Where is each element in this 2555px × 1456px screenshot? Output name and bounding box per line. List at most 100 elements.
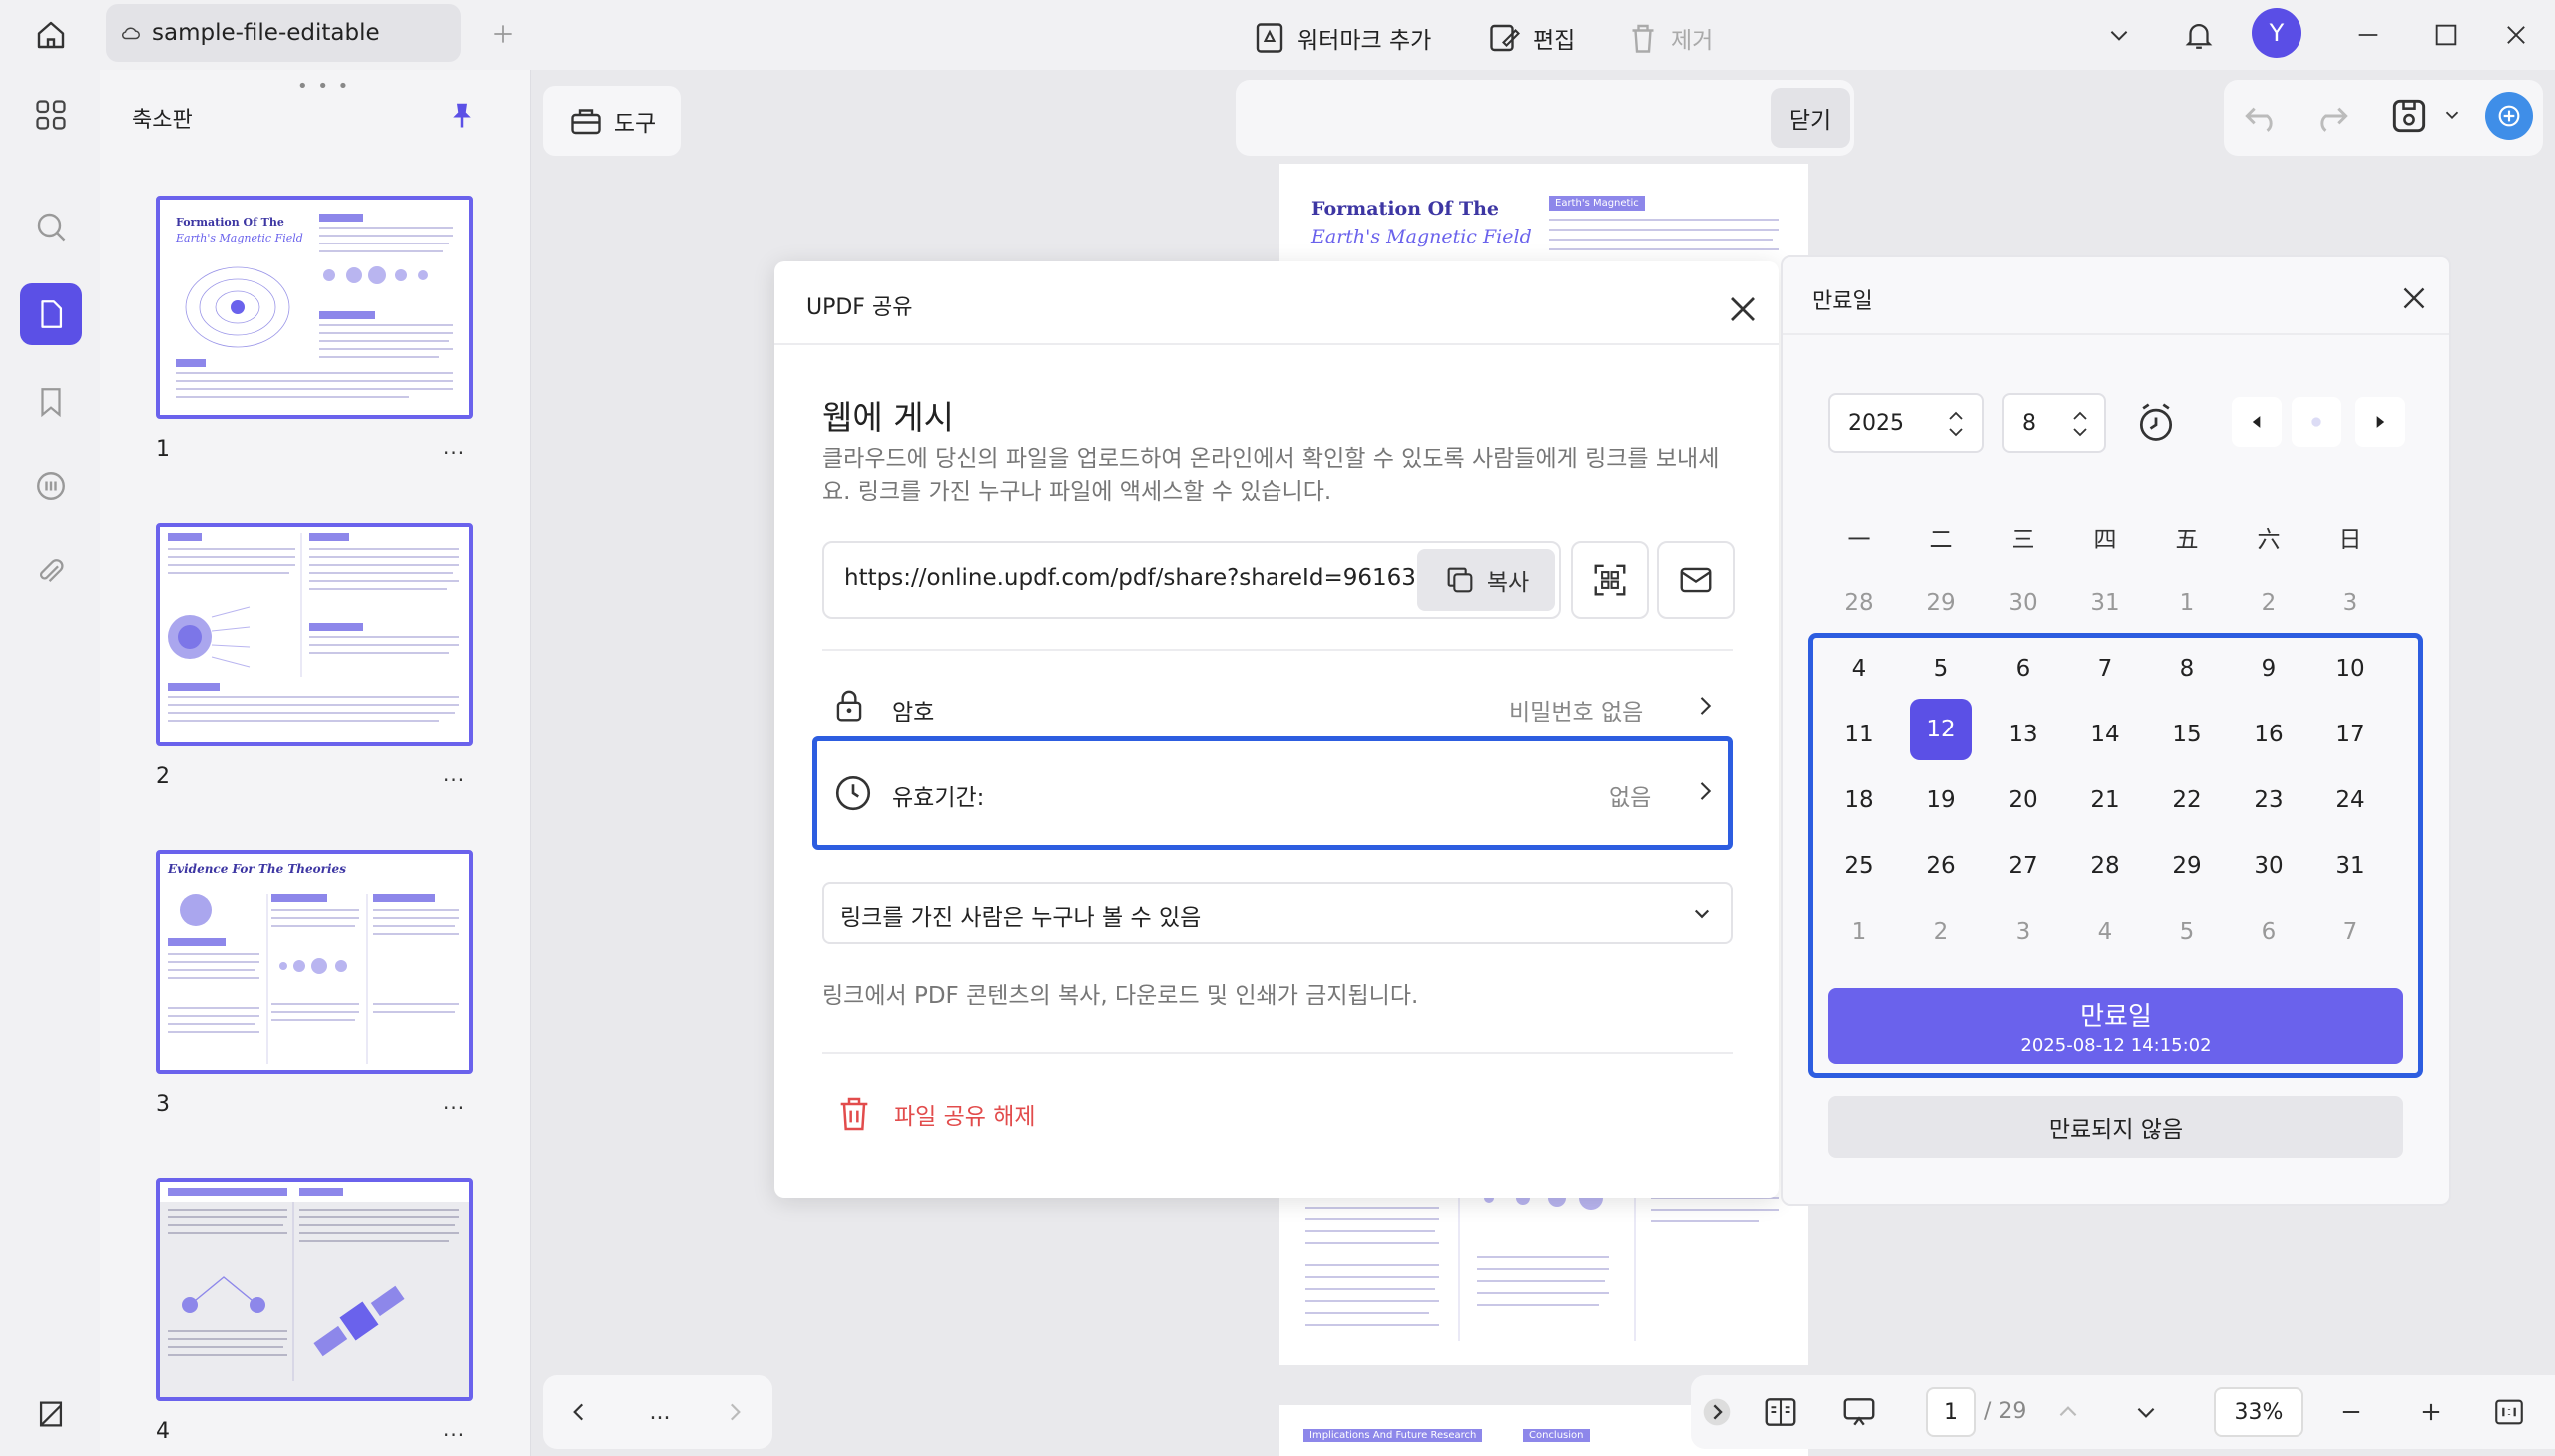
rail-thumbnails-button[interactable] — [20, 283, 82, 345]
window-close-button[interactable] — [2491, 10, 2541, 60]
unshare-file-button[interactable]: 파일 공유 해제 — [834, 1092, 1036, 1136]
weekday-header: 日 — [2338, 527, 2362, 553]
rail-theme-button[interactable] — [20, 1383, 82, 1445]
weekday-header: 四 — [2093, 527, 2117, 553]
share-link-text: https://online.updf.com/pdf/share?shareI… — [844, 565, 1453, 591]
time-picker-button[interactable] — [2134, 401, 2178, 445]
close-icon — [1731, 297, 1755, 321]
panel-resize-grip[interactable]: • • • — [297, 76, 350, 97]
avatar[interactable]: Y — [2252, 8, 2301, 58]
rail-attachments-button[interactable] — [20, 541, 82, 603]
save-button[interactable] — [2387, 94, 2431, 138]
trash-icon — [1632, 24, 1654, 53]
presentation-button[interactable] — [1836, 1387, 1882, 1437]
zoom-level[interactable]: 33% — [2214, 1387, 2303, 1437]
bookmark-icon — [41, 388, 61, 418]
ai-assistant-icon — [2498, 105, 2520, 127]
copy-link-button[interactable]: 복사 — [1417, 549, 1555, 611]
thumbnail-page-number: 1 — [156, 437, 170, 462]
thumbnail-page-1[interactable]: Formation Of The Earth's Magnetic Field — [156, 196, 473, 419]
rail-search-button[interactable] — [20, 196, 82, 257]
remove-watermark-button[interactable]: 제거 — [1625, 12, 1713, 64]
calendar-day[interactable]: 29 — [1906, 575, 1976, 631]
page-down-button[interactable] — [2126, 1387, 2166, 1437]
mail-icon — [1680, 567, 1712, 593]
share-dialog-close-button[interactable] — [1721, 287, 1765, 331]
email-link-button[interactable] — [1657, 541, 1735, 619]
next-month-button[interactable] — [2355, 397, 2405, 447]
stepper-arrows-icon — [1949, 411, 1963, 437]
calendar-day[interactable]: 1 — [2152, 575, 2222, 631]
expiry-date-close-button[interactable] — [2395, 279, 2433, 317]
previous-button[interactable] — [559, 1387, 599, 1437]
plus-icon — [494, 25, 512, 43]
confirm-expiry-datetime: 2025-08-12 14:15:02 — [2020, 1035, 2212, 1056]
collapse-bar-button[interactable] — [1699, 1387, 1735, 1437]
edit-watermark-button[interactable]: 편집 — [1487, 12, 1575, 64]
close-watermark-button[interactable]: 닫기 — [1771, 88, 1850, 148]
home-button[interactable] — [28, 12, 74, 58]
thumbnail-more-button[interactable]: ... — [443, 1090, 465, 1114]
ai-assistant-button[interactable] — [2485, 92, 2533, 140]
edit-label: 편집 — [1533, 28, 1576, 54]
rail-apps-button[interactable] — [20, 84, 82, 146]
comment-icon — [37, 472, 65, 500]
no-expiry-button[interactable]: 만료되지 않음 — [1828, 1096, 2403, 1158]
actual-size-icon — [2495, 1399, 2523, 1425]
share-dialog-title: UPDF 공유 — [806, 295, 913, 320]
thumbnail-page-number: 2 — [156, 764, 170, 789]
month-value: 8 — [2022, 410, 2036, 436]
restriction-note: 링크에서 PDF 콘텐츠의 복사, 다운로드 및 인쇄가 금지됩니다. — [822, 983, 1419, 1009]
confirm-expiry-button[interactable]: 만료일 2025-08-12 14:15:02 — [1828, 988, 2403, 1064]
thumbnail-page-2[interactable] — [156, 523, 473, 746]
rail-bookmarks-button[interactable] — [20, 371, 82, 433]
page-up-button[interactable] — [2048, 1387, 2088, 1437]
rail-comments-button[interactable] — [20, 455, 82, 517]
thumbnail-more-button[interactable]: ... — [443, 435, 465, 459]
page-layout-button[interactable] — [1759, 1387, 1802, 1437]
redo-button[interactable] — [2309, 94, 2353, 138]
calendar-day[interactable]: 3 — [2315, 575, 2385, 631]
calendar-day[interactable]: 28 — [1824, 575, 1894, 631]
sidebar-toggle-icon — [39, 1401, 63, 1427]
current-page-input[interactable]: 1 — [1926, 1387, 1976, 1437]
zoom-out-button[interactable] — [2331, 1387, 2371, 1437]
minimize-icon — [2358, 34, 2378, 36]
more-button[interactable]: ... — [635, 1387, 685, 1437]
lock-icon — [830, 685, 868, 727]
minimize-button[interactable] — [2343, 10, 2393, 60]
zoom-in-button[interactable] — [2411, 1387, 2451, 1437]
month-stepper[interactable]: 8 — [2002, 393, 2106, 453]
chevron-up-icon — [2059, 1406, 2077, 1417]
new-tab-button[interactable] — [483, 14, 523, 54]
calendar-day[interactable]: 31 — [2070, 575, 2140, 631]
thumbnail-page-4[interactable] — [156, 1178, 473, 1401]
prev-month-button[interactable] — [2232, 397, 2282, 447]
year-stepper[interactable]: 2025 — [1828, 393, 1984, 453]
today-button[interactable] — [2292, 397, 2341, 447]
pin-button[interactable] — [447, 98, 477, 132]
actual-size-button[interactable] — [2489, 1387, 2529, 1437]
notifications-button[interactable] — [2174, 10, 2224, 60]
thumbnail-illustration — [160, 1182, 469, 1381]
tabs-dropdown-button[interactable] — [2094, 10, 2144, 60]
document-tab[interactable]: sample-file-editable — [106, 4, 461, 62]
thumbnail-page-3[interactable]: Evidence For The Theories — [156, 850, 473, 1074]
calendar-day[interactable]: 2 — [2234, 575, 2303, 631]
save-options-button[interactable] — [2441, 104, 2463, 126]
link-permission-value: 링크를 가진 사람은 누구나 볼 수 있음 — [840, 905, 1202, 931]
qr-code-button[interactable] — [1571, 541, 1649, 619]
clock-icon — [832, 772, 874, 814]
undo-button[interactable] — [2240, 94, 2284, 138]
maximize-button[interactable] — [2421, 10, 2471, 60]
thumbnail-more-button[interactable]: ... — [443, 762, 465, 786]
calendar-day[interactable]: 30 — [1988, 575, 2058, 631]
document-section-tag: Implications And Future Research — [1303, 1429, 1483, 1442]
thumbnail-more-button[interactable]: ... — [443, 1417, 465, 1441]
tools-button[interactable]: 도구 — [543, 86, 681, 156]
apps-grid-icon — [36, 100, 66, 130]
weekday-header: 六 — [2257, 527, 2281, 553]
next-button[interactable] — [715, 1387, 755, 1437]
add-watermark-button[interactable]: 워터마크 추가 — [1252, 12, 1431, 64]
chevron-down-icon — [2137, 1407, 2155, 1418]
